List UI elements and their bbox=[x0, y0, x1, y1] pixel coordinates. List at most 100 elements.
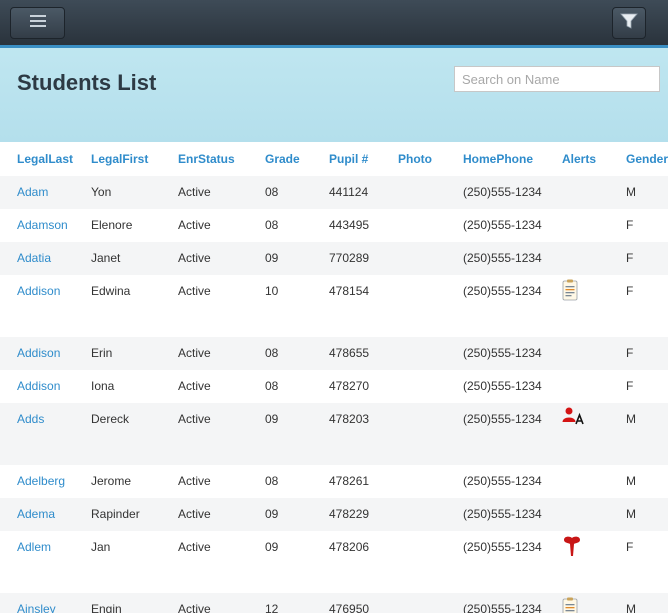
cell-enrstatus: Active bbox=[178, 379, 211, 393]
filter-funnel-icon bbox=[620, 12, 638, 35]
table-header-row: LegalLast LegalFirst EnrStatus Grade Pup… bbox=[0, 142, 668, 176]
cell-legallast[interactable]: Adema bbox=[0, 498, 74, 531]
cell-grade: 09 bbox=[248, 498, 312, 531]
cell-legallast[interactable]: Addison bbox=[0, 370, 74, 403]
table-row[interactable]: Ainsley Engin Active 12 476950 (250)555-… bbox=[0, 593, 668, 613]
cell-gender: F bbox=[609, 242, 668, 275]
cell-photo bbox=[381, 531, 446, 593]
cell-legalfirst: Iona bbox=[91, 379, 115, 393]
cell-legalfirst: Rapinder bbox=[74, 498, 161, 531]
cell-enrstatus: Active bbox=[178, 284, 211, 298]
cell-legalfirst: Engin bbox=[74, 593, 161, 613]
cell-gender: F bbox=[609, 337, 668, 370]
person-alert-icon[interactable] bbox=[562, 407, 586, 428]
cell-alerts bbox=[545, 209, 609, 242]
cell-homephone: (250)555-1234 bbox=[446, 403, 545, 465]
cell-homephone: (250)555-1234 bbox=[463, 540, 542, 554]
cell-legallast[interactable]: Ainsley bbox=[0, 593, 74, 613]
column-header-enrstatus[interactable]: EnrStatus bbox=[161, 142, 248, 176]
table-row[interactable]: Adema Rapinder Active 09 478229 (250)555… bbox=[0, 498, 668, 531]
cell-alerts bbox=[545, 176, 609, 209]
column-header-legallast[interactable]: LegalLast bbox=[0, 142, 74, 176]
cell-enrstatus: Active bbox=[178, 474, 211, 488]
filter-button[interactable] bbox=[612, 7, 646, 39]
cell-alerts bbox=[545, 337, 609, 370]
cell-photo bbox=[381, 275, 446, 337]
cell-legallast[interactable]: Adelberg bbox=[0, 465, 74, 498]
cell-pupil: 443495 bbox=[329, 218, 370, 232]
cell-gender: M bbox=[609, 403, 668, 465]
table-row[interactable]: Adlem Jan Active 09 478206 (250)555-1234… bbox=[0, 531, 668, 593]
cell-photo bbox=[381, 209, 446, 242]
cell-photo bbox=[381, 403, 446, 465]
cell-legallast[interactable]: Adamson bbox=[0, 209, 74, 242]
cell-legalfirst: Yon bbox=[74, 176, 161, 209]
cell-legalfirst: Edwina bbox=[91, 284, 131, 298]
cell-legallast[interactable]: Addison bbox=[0, 337, 74, 370]
cell-grade: 09 bbox=[248, 403, 312, 465]
cell-pupil: 478270 bbox=[329, 379, 370, 393]
cell-grade: 08 bbox=[265, 218, 279, 232]
cell-homephone: (250)555-1234 bbox=[446, 176, 545, 209]
column-header-photo[interactable]: Photo bbox=[381, 142, 446, 176]
cell-homephone: (250)555-1234 bbox=[446, 593, 545, 613]
cell-photo bbox=[381, 465, 446, 498]
cell-enrstatus: Active bbox=[161, 403, 248, 465]
medical-tooth-icon[interactable] bbox=[562, 536, 582, 560]
table-row[interactable]: Adam Yon Active 08 441124 (250)555-1234 … bbox=[0, 176, 668, 209]
cell-homephone: (250)555-1234 bbox=[463, 218, 542, 232]
cell-alerts bbox=[545, 498, 609, 531]
notes-clipboard-icon[interactable] bbox=[562, 597, 578, 613]
cell-pupil: 478203 bbox=[312, 403, 381, 465]
column-header-grade[interactable]: Grade bbox=[248, 142, 312, 176]
table-row[interactable]: Adatia Janet Active 09 770289 (250)555-1… bbox=[0, 242, 668, 275]
cell-legallast[interactable]: Adam bbox=[0, 176, 74, 209]
table-row[interactable]: Addison Iona Active 08 478270 (250)555-1… bbox=[0, 370, 668, 403]
cell-grade: 08 bbox=[265, 474, 279, 488]
table-row[interactable]: Adamson Elenore Active 08 443495 (250)55… bbox=[0, 209, 668, 242]
cell-homephone: (250)555-1234 bbox=[463, 379, 542, 393]
cell-gender: F bbox=[626, 284, 634, 298]
cell-legallast[interactable]: Adlem bbox=[0, 531, 74, 593]
cell-grade: 08 bbox=[248, 176, 312, 209]
cell-legalfirst: Dereck bbox=[74, 403, 161, 465]
menu-button[interactable] bbox=[10, 7, 65, 39]
cell-homephone: (250)555-1234 bbox=[446, 242, 545, 275]
cell-enrstatus: Active bbox=[161, 593, 248, 613]
page-title: Students List bbox=[17, 70, 157, 95]
cell-pupil: 478154 bbox=[329, 284, 370, 298]
cell-legalfirst: Elenore bbox=[91, 218, 133, 232]
cell-alerts bbox=[545, 593, 609, 613]
page-header: Students List bbox=[0, 48, 668, 142]
table-row[interactable]: Adelberg Jerome Active 08 478261 (250)55… bbox=[0, 465, 668, 498]
cell-gender: F bbox=[626, 540, 634, 554]
column-header-alerts[interactable]: Alerts bbox=[545, 142, 609, 176]
column-header-pupil[interactable]: Pupil # bbox=[312, 142, 381, 176]
table-row[interactable]: Adds Dereck Active 09 478203 (250)555-12… bbox=[0, 403, 668, 465]
cell-legallast[interactable]: Adatia bbox=[0, 242, 74, 275]
cell-homephone: (250)555-1234 bbox=[446, 337, 545, 370]
cell-enrstatus: Active bbox=[178, 218, 211, 232]
column-header-homephone[interactable]: HomePhone bbox=[446, 142, 545, 176]
table-row[interactable]: Addison Erin Active 08 478655 (250)555-1… bbox=[0, 337, 668, 370]
cell-alerts bbox=[545, 531, 609, 593]
cell-photo bbox=[381, 176, 446, 209]
cell-enrstatus: Active bbox=[161, 176, 248, 209]
cell-legallast[interactable]: Addison bbox=[0, 275, 74, 337]
cell-homephone: (250)555-1234 bbox=[463, 474, 542, 488]
column-header-gender[interactable]: Gender bbox=[609, 142, 668, 176]
notes-clipboard-icon[interactable] bbox=[562, 279, 578, 304]
search-input[interactable] bbox=[454, 66, 660, 92]
cell-pupil: 441124 bbox=[312, 176, 381, 209]
cell-gender: F bbox=[626, 218, 634, 232]
cell-photo bbox=[381, 242, 446, 275]
cell-pupil: 476950 bbox=[312, 593, 381, 613]
cell-enrstatus: Active bbox=[161, 498, 248, 531]
cell-photo bbox=[381, 498, 446, 531]
cell-legallast[interactable]: Adds bbox=[0, 403, 74, 465]
table-row[interactable]: Addison Edwina Active 10 478154 (250)555… bbox=[0, 275, 668, 337]
column-header-legalfirst[interactable]: LegalFirst bbox=[74, 142, 161, 176]
cell-gender: M bbox=[609, 593, 668, 613]
cell-grade: 09 bbox=[248, 242, 312, 275]
cell-grade: 12 bbox=[248, 593, 312, 613]
